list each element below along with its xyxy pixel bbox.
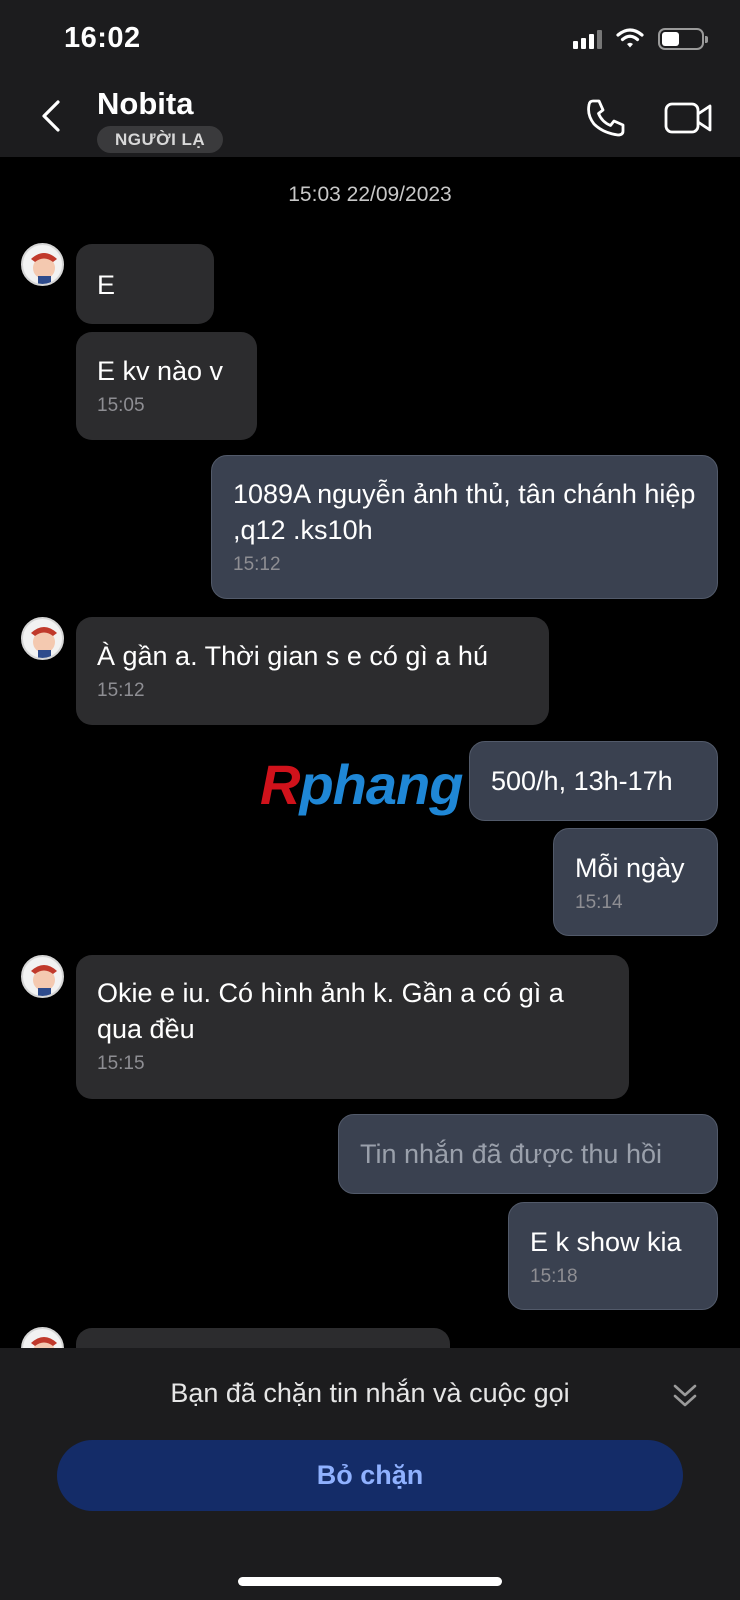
- avatar-icon: [31, 253, 57, 284]
- message-time: 15:12: [97, 680, 145, 701]
- unblock-button[interactable]: Bỏ chặn: [57, 1440, 683, 1511]
- video-camera-icon: [664, 102, 712, 134]
- message-text: E kv nào v: [97, 356, 224, 386]
- message-text: Okie e iu. Có hình ảnh k. Gần a có gì a …: [97, 978, 564, 1044]
- phone-icon: [587, 99, 625, 137]
- contact-name[interactable]: Nobita: [97, 86, 193, 122]
- avatar-icon: [31, 627, 57, 658]
- back-button[interactable]: [34, 92, 74, 142]
- message-time: 15:18: [530, 1266, 578, 1287]
- message-bubble-incoming[interactable]: À gần a. Thời gian s e có gì a hú 15:12: [76, 617, 549, 725]
- message-time: 15:12: [233, 554, 281, 575]
- avatar[interactable]: [21, 617, 64, 660]
- home-indicator[interactable]: [238, 1577, 502, 1586]
- message-text: E: [97, 270, 116, 300]
- message-text: À gần a. Thời gian s e có gì a hú: [97, 641, 488, 671]
- status-time: 16:02: [64, 22, 141, 54]
- message-bubble-outgoing[interactable]: Mỗi ngày 15:14: [553, 828, 718, 936]
- message-text: E k show kia: [530, 1227, 682, 1257]
- collapse-button[interactable]: [670, 1380, 700, 1412]
- avatar[interactable]: [21, 243, 64, 286]
- avatar-icon: [31, 965, 57, 996]
- wifi-icon: [616, 28, 644, 48]
- message-text: 500/h, 13h-17h: [491, 766, 673, 796]
- top-bar: 16:02 Nobita NGƯỜI LẠ: [0, 0, 740, 157]
- message-time: 15:14: [575, 892, 623, 913]
- message-bubble-incoming[interactable]: Okie e iu. Có hình ảnh k. Gần a có gì a …: [76, 955, 629, 1099]
- avatar[interactable]: [21, 955, 64, 998]
- stranger-badge: NGƯỜI LẠ: [97, 126, 224, 153]
- message-time: 15:05: [97, 395, 145, 416]
- video-call-button[interactable]: [664, 100, 714, 136]
- message-text: 1089A nguyễn ảnh thủ, tân chánh hiệp ,q1…: [233, 479, 696, 545]
- back-icon: [42, 100, 60, 132]
- message-bubble-outgoing[interactable]: E k show kia 15:18: [508, 1202, 718, 1310]
- message-text: Mỗi ngày: [575, 853, 685, 883]
- message-bubble-incoming[interactable]: E kv nào v 15:05: [76, 332, 257, 440]
- status-icons: [573, 28, 708, 50]
- voice-call-button[interactable]: [584, 96, 628, 140]
- message-time: 15:15: [97, 1053, 145, 1074]
- blocked-panel: Bạn đã chặn tin nhắn và cuộc gọi Bỏ chặn: [0, 1348, 740, 1600]
- blocked-notice: Bạn đã chặn tin nhắn và cuộc gọi: [170, 1378, 570, 1408]
- battery-icon: [658, 28, 708, 50]
- cellular-signal-icon: [573, 29, 602, 49]
- message-bubble-outgoing[interactable]: 1089A nguyễn ảnh thủ, tân chánh hiệp ,q1…: [211, 455, 718, 599]
- message-bubble-incoming[interactable]: E: [76, 244, 214, 324]
- recalled-message-text: Tin nhắn đã được thu hồi: [360, 1139, 662, 1169]
- recalled-message-bubble[interactable]: Tin nhắn đã được thu hồi: [338, 1114, 718, 1194]
- chevron-double-down-icon: [673, 1384, 697, 1407]
- message-bubble-outgoing[interactable]: 500/h, 13h-17h: [469, 741, 718, 821]
- date-separator: 15:03 22/09/2023: [288, 183, 452, 206]
- watermark-logo: Rphang: [260, 753, 463, 816]
